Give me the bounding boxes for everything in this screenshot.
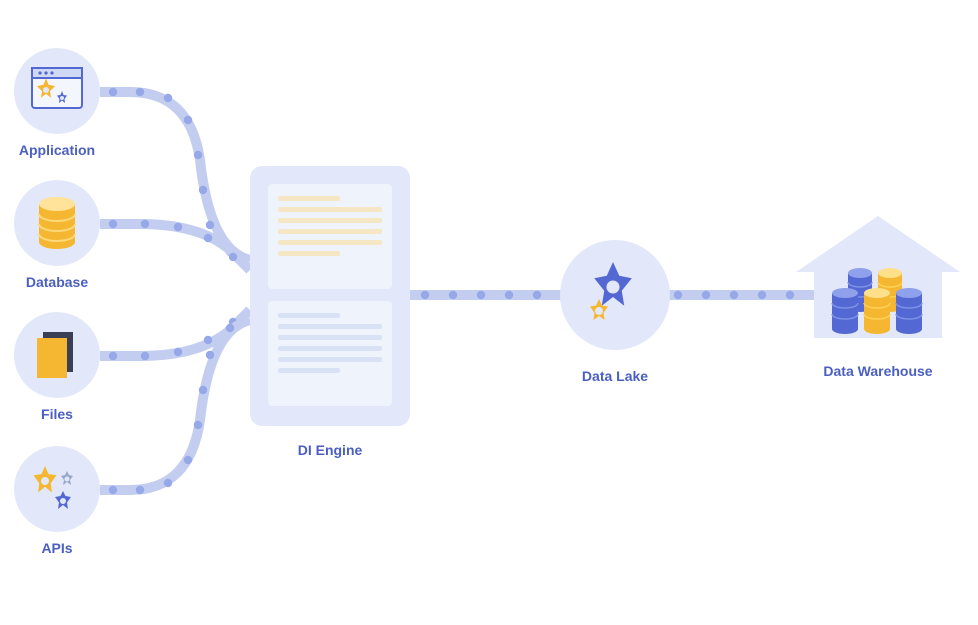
data-lake: Data Lake bbox=[560, 240, 670, 384]
di-engine-label: DI Engine bbox=[250, 442, 410, 458]
source-files: Files bbox=[14, 312, 100, 422]
warehouse-icon bbox=[792, 210, 964, 350]
data-lake-label: Data Lake bbox=[560, 368, 670, 384]
apis-icon bbox=[14, 446, 100, 532]
engine-page-top bbox=[268, 184, 392, 289]
database-label: Database bbox=[14, 274, 100, 290]
source-apis: APIs bbox=[14, 446, 100, 556]
apis-label: APIs bbox=[14, 540, 100, 556]
engine-page-bottom bbox=[268, 301, 392, 406]
application-icon bbox=[14, 48, 100, 134]
data-warehouse: Data Warehouse bbox=[792, 210, 964, 379]
files-label: Files bbox=[14, 406, 100, 422]
source-database: Database bbox=[14, 180, 100, 290]
application-label: Application bbox=[14, 142, 100, 158]
data-warehouse-label: Data Warehouse bbox=[792, 363, 964, 379]
di-engine bbox=[250, 166, 410, 426]
database-icon bbox=[14, 180, 100, 266]
files-icon bbox=[14, 312, 100, 398]
data-lake-icon bbox=[560, 240, 670, 350]
source-application: Application bbox=[14, 48, 100, 158]
